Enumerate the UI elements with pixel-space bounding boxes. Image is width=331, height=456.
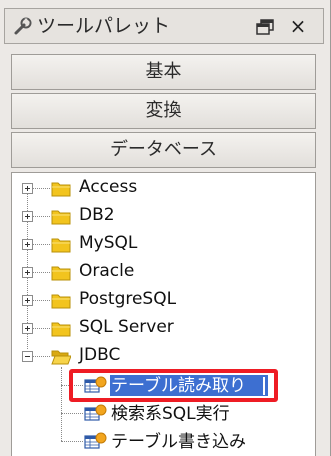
tree-connector <box>61 413 83 414</box>
tree-item-label: JDBC <box>79 345 121 365</box>
section-database-button[interactable]: データベース <box>11 132 316 168</box>
palette-title-bar: ツールパレット × <box>4 8 324 44</box>
tree-item-label: MySQL <box>79 233 138 253</box>
expand-plus-icon[interactable] <box>22 267 33 278</box>
tree-item-label: SQL Server <box>79 317 174 337</box>
expand-plus-icon[interactable] <box>22 295 33 306</box>
collapse-minus-icon[interactable] <box>22 351 33 362</box>
tool-palette-panel: ツールパレット × 基本 変換 データベース Access DB2 MySQL … <box>0 0 331 456</box>
tree-connector <box>32 300 50 301</box>
folder-icon <box>51 182 71 197</box>
tree-connector <box>32 356 50 357</box>
tree-connector <box>32 216 50 217</box>
tree-connector <box>61 367 62 441</box>
folder-icon <box>51 294 71 309</box>
expand-plus-icon[interactable] <box>22 323 33 334</box>
palette-title: ツールパレット <box>37 15 171 37</box>
folder-icon <box>51 266 71 281</box>
database-tree: Access DB2 MySQL Oracle PostgreSQL SQL S… <box>11 172 316 456</box>
tree-item-label: Access <box>79 177 138 197</box>
restore-window-icon[interactable] <box>255 18 275 36</box>
sql-execute-icon <box>84 404 107 421</box>
table-write-icon <box>84 432 107 449</box>
annotation-highlight-box <box>69 369 278 402</box>
section-basic-button[interactable]: 基本 <box>11 54 316 90</box>
expand-plus-icon[interactable] <box>22 183 33 194</box>
wrench-icon <box>14 17 32 35</box>
expand-plus-icon[interactable] <box>22 211 33 222</box>
tree-connector <box>32 244 50 245</box>
expand-plus-icon[interactable] <box>22 239 33 250</box>
tree-item-label: DB2 <box>79 205 115 225</box>
tree-connector <box>61 441 83 442</box>
tree-item-label: 検索系SQL実行 <box>111 404 230 424</box>
tree-item-label: PostgreSQL <box>79 289 177 309</box>
tree-item-label: Oracle <box>79 261 135 281</box>
tree-connector <box>32 328 50 329</box>
folder-icon <box>51 210 71 225</box>
folder-icon <box>51 322 71 337</box>
close-icon[interactable]: × <box>287 14 309 38</box>
section-transform-button[interactable]: 変換 <box>11 93 316 129</box>
tree-connector <box>32 188 50 189</box>
tree-connector <box>32 272 50 273</box>
folder-open-icon <box>51 350 71 365</box>
folder-icon <box>51 238 71 253</box>
tree-item-label: テーブル書き込み <box>111 432 246 452</box>
